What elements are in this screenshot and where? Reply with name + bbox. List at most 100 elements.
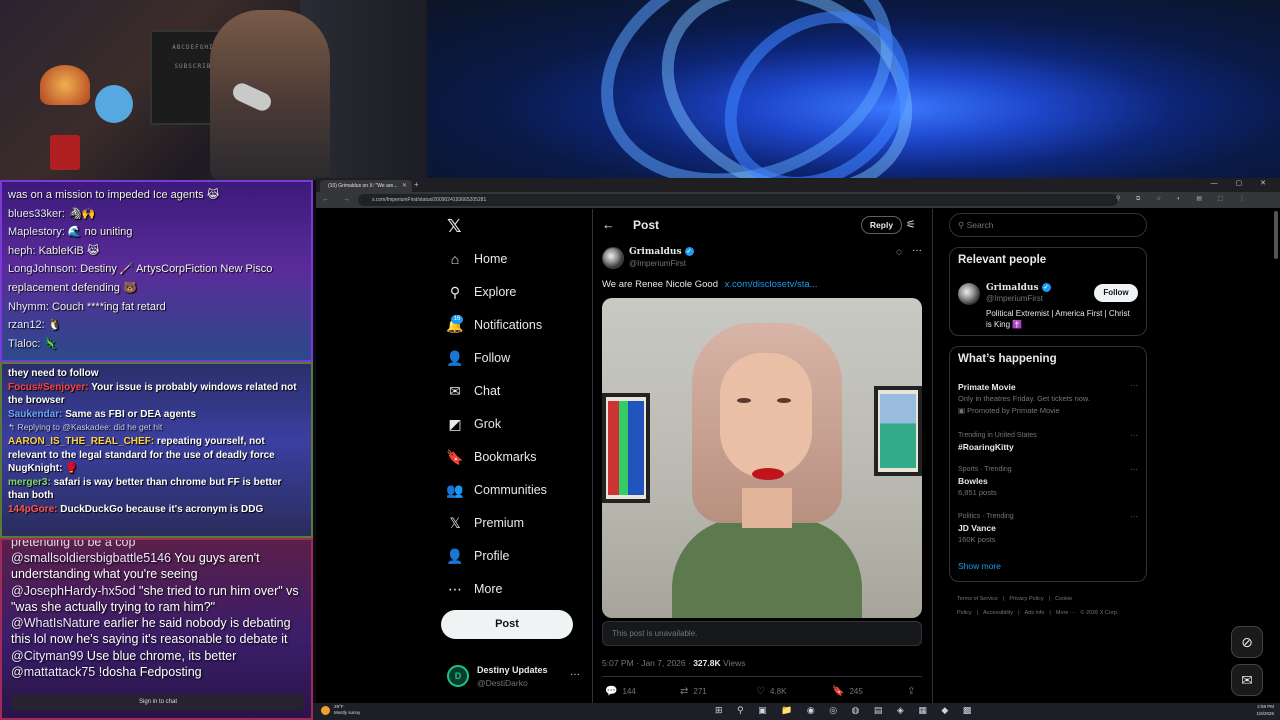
trend-item[interactable]: Politics · Trending JD Vance 160K posts ··· (958, 512, 1138, 546)
chat-username: @smallsoldiersbigbattle5146 (11, 551, 171, 565)
chat-text: Same as FBI or DEA agents (65, 408, 197, 420)
nav-label: Follow (474, 351, 511, 365)
account-handle: @DestiDarko (477, 678, 528, 688)
nav-label: Bookmarks (474, 450, 537, 464)
trend-meta: Politics · Trending (958, 513, 1014, 520)
chat-username: @mattattack75 (11, 665, 96, 680)
card-title: What’s happening (958, 353, 1057, 365)
chat-panel-bottom: pretending to be a cop @smallsoldiersbig… (0, 538, 313, 720)
nav-item-profile[interactable]: 👤 Profile (446, 543, 509, 569)
footer-link[interactable]: Accessibility (983, 610, 1013, 616)
trend-item[interactable]: Trending in United States #RoaringKitty ··… (958, 431, 1138, 453)
messages-fab-icon[interactable]: ✉ (1231, 664, 1263, 696)
eye (737, 398, 751, 403)
post-body: We are Renee Nicole Good (602, 279, 718, 290)
home-icon: ⌂ (450, 251, 460, 267)
more-dots-icon[interactable]: ··· (1130, 465, 1138, 474)
promoted-icon: ▣ (958, 406, 968, 415)
chat-message: LongJohnson: Destiny 🦯 ArtysCorpFiction … (8, 260, 305, 279)
bookmark-icon: 🔖 (446, 448, 464, 465)
chat-message: @mattattack75 !dosha Fedposting (11, 664, 302, 680)
footer-link[interactable]: Ads info (1025, 610, 1045, 616)
footer-link[interactable]: © 2026 X Corp. (1080, 610, 1118, 616)
chat-text: 🥊 (65, 463, 78, 475)
chat-message-list: @smallsoldiersbigbattle5146 You guys are… (11, 550, 302, 680)
grok-icon[interactable]: ◌ (896, 247, 902, 258)
nav-label: Explore (474, 285, 517, 299)
picture-art-left (608, 401, 644, 495)
trend-sub: 6,851 posts (958, 488, 997, 497)
footer-links: Terms of Service | Privacy Policy | Cookie P… (957, 592, 1147, 620)
browser-tab[interactable]: (10) Grimaldus on X: "We are... ✕ (320, 180, 412, 192)
chat-username: @JosephHardy-hx5od (11, 583, 136, 598)
show-more-link[interactable]: Show more (958, 561, 1001, 571)
account-name: Destiny Updates (477, 665, 548, 675)
search-input[interactable]: ⚲ Search (949, 213, 1147, 237)
nav-label: Home (474, 252, 508, 266)
avatar[interactable] (958, 283, 980, 305)
footer-link[interactable]: Terms of Service (957, 596, 998, 602)
relevant-handle[interactable]: @ImperiumFirst (986, 294, 1043, 303)
footer-link[interactable]: Privacy Policy (1009, 596, 1043, 602)
tab-close-icon[interactable]: ✕ (402, 180, 407, 192)
weather-widget[interactable]: 29°F Mostly sunny (334, 704, 360, 716)
footer-separator: | (1048, 596, 1051, 602)
bookmark-action[interactable]: 🔖 245 (832, 686, 863, 697)
chat-text: Couch ****ing fat retard (52, 300, 166, 313)
trend-item[interactable]: Sports · Trending Bowles 6,851 posts ··· (958, 465, 1138, 499)
nav-item-premium[interactable]: 𝕏 Premium (446, 510, 524, 536)
chat-message: @JosephHardy-hx5od "she tried to run him… (11, 583, 302, 616)
author-handle[interactable]: @ImperiumFirst (629, 259, 686, 268)
more-dots-icon[interactable]: ··· (1130, 381, 1138, 390)
address-bar[interactable]: x.com/ImperiumFirst/status/2009024193665… (358, 194, 1118, 206)
grok-fab-icon[interactable]: ⊘ (1231, 626, 1263, 658)
nav-item-communities[interactable]: 👥 Communities (446, 477, 547, 503)
nav-label: Chat (474, 384, 501, 398)
reply-action[interactable]: 💬 144 (605, 686, 636, 697)
post-button[interactable]: Post (441, 610, 573, 639)
relevant-name[interactable]: Grimaldus ✓ (986, 283, 1051, 293)
clock[interactable]: 2:58 PM 1/8/2026 (1238, 704, 1274, 717)
more-dots-icon[interactable]: ··· (1130, 431, 1138, 440)
follow-button[interactable]: Follow (1094, 284, 1138, 302)
nav-item-follow[interactable]: 👤 Follow (446, 345, 510, 371)
repost-action[interactable]: ⇄ 271 (680, 686, 707, 697)
new-tab-icon[interactable]: + (414, 180, 419, 189)
extension-icons[interactable]: ⚲ ⧉ ☆ ◐ ▤ ⬚ ⋮ (1116, 195, 1252, 203)
nav-item-more[interactable]: ⋯ More (446, 576, 502, 602)
window-controls[interactable]: — ▢ ✕ (1211, 179, 1274, 187)
footer-link[interactable]: More ··· (1056, 610, 1076, 616)
trend-item[interactable]: Primate Movie Only in theatres Friday. Ge… (958, 381, 1138, 417)
nav-item-explore[interactable]: ⚲ Explore (446, 279, 517, 305)
reply-button[interactable]: Reply (861, 216, 902, 234)
more-dots-icon[interactable]: ··· (1130, 512, 1138, 521)
chat-username: blues33ker: (8, 207, 65, 220)
nav-item-chat[interactable]: ✉ Chat (446, 378, 500, 404)
taskbar-apps[interactable]: ⊞ ⚲ ▣ 📁 ◉ ◎ ◍ ▤ ◈ ▦ ◆ ▩ (715, 705, 977, 716)
x-logo-icon[interactable]: 𝕏 (447, 216, 462, 237)
account-switcher[interactable]: D Destiny Updates @DestiDarko ··· (447, 663, 587, 693)
chat-username: heph: (8, 244, 36, 257)
chat-message: rzan12: 🐧 (8, 316, 305, 335)
like-action[interactable]: ♡ 4.8K (756, 686, 786, 697)
search-icon: ⚲ (449, 283, 461, 300)
post-link[interactable]: x.com/disclosetv/sta... (725, 279, 818, 290)
promoted-label: ▣ Promoted by Primate Movie (958, 405, 1138, 417)
nav-label: Grok (474, 417, 502, 431)
scrollbar[interactable] (1274, 211, 1278, 259)
nav-item-bookmarks[interactable]: 🔖 Bookmarks (446, 444, 537, 470)
back-arrow-icon[interactable]: ← (602, 217, 615, 232)
profile-icon: 👤 (446, 547, 464, 564)
share-action[interactable]: ⇪ (907, 686, 920, 697)
author-name[interactable]: Grimaldus ✓ (629, 247, 694, 257)
nav-item-grok[interactable]: ◩ Grok (446, 411, 501, 437)
more-dots-icon[interactable]: ··· (570, 669, 580, 680)
post-image[interactable] (602, 298, 922, 618)
author-avatar[interactable] (602, 247, 624, 269)
page-title: Post (633, 218, 660, 232)
chat-text: replacement defending 🐻 (8, 281, 137, 294)
more-dots-icon[interactable]: ··· (912, 245, 922, 256)
sign-in-to-chat-button[interactable]: Sign in to chat (12, 694, 304, 710)
sliders-icon[interactable]: ⚟ (906, 218, 916, 231)
nav-item-home[interactable]: ⌂ Home (446, 246, 508, 272)
